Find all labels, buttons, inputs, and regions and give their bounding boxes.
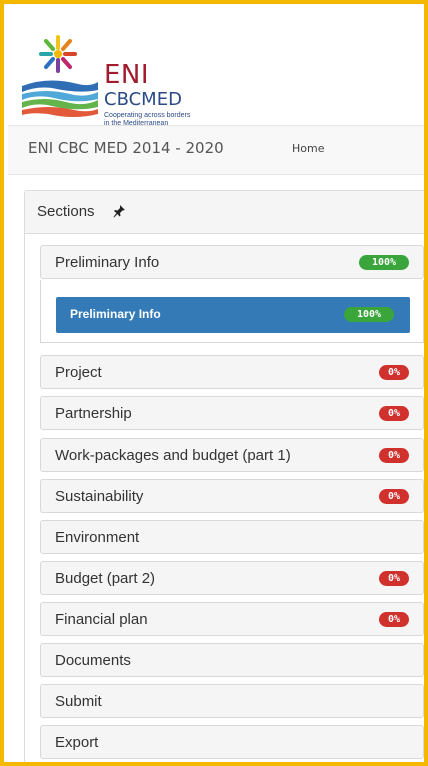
- progress-badge: 0%: [379, 406, 409, 421]
- section-budget-part-2[interactable]: Budget (part 2) 0%: [40, 561, 424, 595]
- logo-cbcmed-text: CBCMED: [104, 89, 182, 110]
- progress-badge: 100%: [359, 255, 409, 270]
- pin-icon[interactable]: [111, 203, 127, 219]
- sections-panel: Sections Preliminary Info 100% Prelimina…: [24, 190, 424, 762]
- section-label: Export: [55, 734, 99, 751]
- section-label: Documents: [55, 652, 131, 669]
- section-work-packages-budget-part-1[interactable]: Work-packages and budget (part 1) 0%: [40, 438, 424, 472]
- section-label: Work-packages and budget (part 1): [55, 447, 291, 464]
- subsection-label: Preliminary Info: [70, 307, 161, 321]
- progress-badge: 0%: [379, 571, 409, 586]
- progress-badge: 0%: [379, 489, 409, 504]
- top-navbar: ENI CBC MED 2014 - 2020 Home: [8, 125, 424, 175]
- section-project[interactable]: Project 0%: [40, 355, 424, 389]
- subsection-preliminary-info[interactable]: Preliminary Info 100%: [56, 297, 410, 333]
- progress-badge: 0%: [379, 365, 409, 380]
- nav-home-link[interactable]: Home: [292, 142, 324, 155]
- preliminary-info-subsections: Preliminary Info 100%: [40, 280, 424, 343]
- section-label: Partnership: [55, 405, 132, 422]
- navbar-brand[interactable]: ENI CBC MED 2014 - 2020: [28, 139, 224, 157]
- eni-cbcmed-logo[interactable]: ENI CBCMED Cooperating across borders in…: [18, 32, 238, 127]
- section-label: Sustainability: [55, 488, 144, 505]
- section-preliminary-info[interactable]: Preliminary Info 100%: [40, 245, 424, 279]
- progress-badge: 0%: [379, 612, 409, 627]
- section-label: Environment: [55, 529, 140, 546]
- sections-title: Sections: [37, 203, 95, 220]
- section-financial-plan[interactable]: Financial plan 0%: [40, 602, 424, 636]
- section-documents[interactable]: Documents: [40, 643, 424, 677]
- section-partnership[interactable]: Partnership 0%: [40, 396, 424, 430]
- app-frame: ENI CBCMED Cooperating across borders in…: [0, 0, 428, 766]
- section-export[interactable]: Export: [40, 725, 424, 759]
- section-environment[interactable]: Environment: [40, 520, 424, 554]
- progress-badge: 0%: [379, 448, 409, 463]
- section-label: Project: [55, 364, 102, 381]
- sections-panel-heading: Sections: [25, 191, 424, 234]
- logo-tagline-line-1: Cooperating across borders: [104, 112, 191, 119]
- logo-eni-text: ENI: [104, 60, 150, 90]
- section-sustainability[interactable]: Sustainability 0%: [40, 479, 424, 513]
- section-label: Financial plan: [55, 611, 148, 628]
- section-label: Submit: [55, 693, 102, 710]
- section-label: Budget (part 2): [55, 570, 156, 587]
- section-label: Preliminary Info: [55, 254, 160, 271]
- section-submit[interactable]: Submit: [40, 684, 424, 718]
- progress-badge: 100%: [344, 307, 394, 322]
- logo-emblem-icon: [22, 35, 98, 117]
